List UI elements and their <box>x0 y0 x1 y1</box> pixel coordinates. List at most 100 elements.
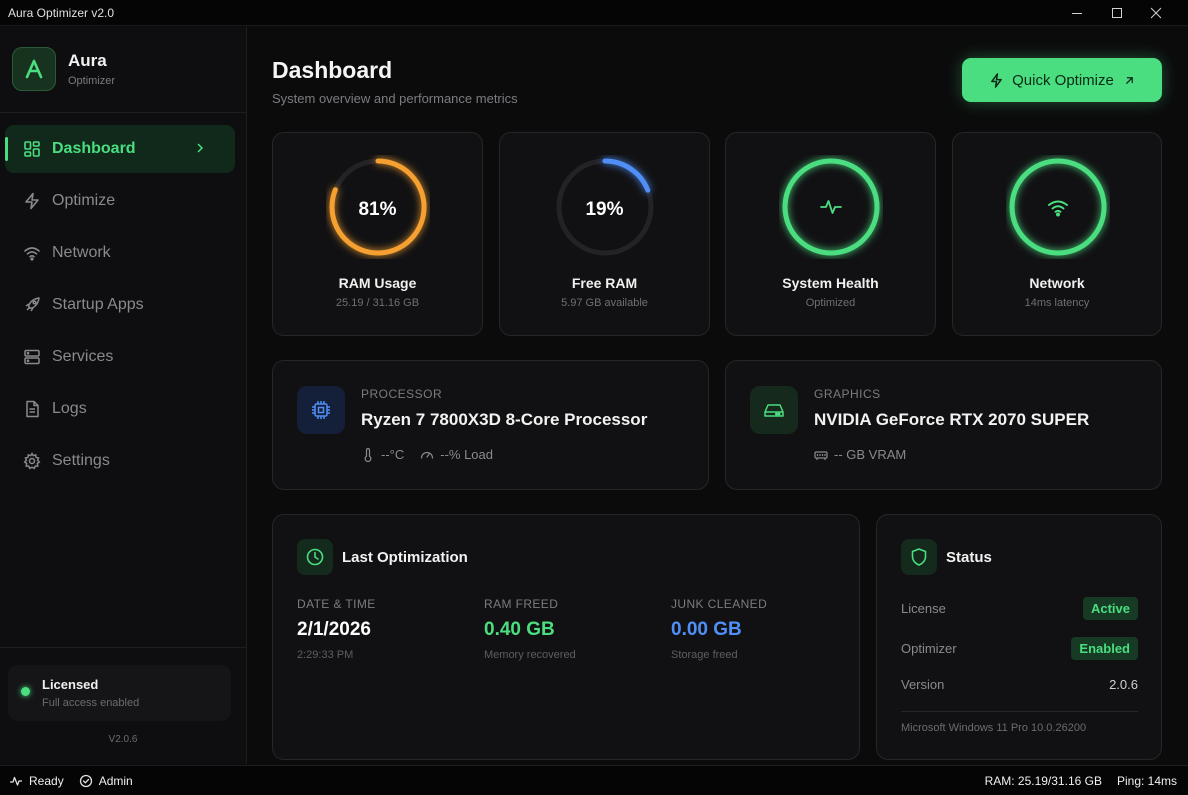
ram-freed-value: 0.40 GB <box>484 619 555 640</box>
ram-usage-label: RAM Usage <box>338 275 417 291</box>
network-label: Network <box>1029 275 1085 291</box>
license-title: Licensed <box>42 677 99 692</box>
license-label: License <box>901 601 946 616</box>
ready-indicator: Ready <box>9 774 64 788</box>
ram-freed-column: RAM FREED 0.40 GB Memory recovered <box>484 597 576 661</box>
ping-status: Ping: 14ms <box>1116 774 1177 788</box>
sidebar-divider <box>0 112 246 113</box>
wifi-icon <box>1048 200 1068 217</box>
system-health-card: System Health Optimized <box>725 132 936 336</box>
last-optimization-card: Last Optimization DATE & TIME 2/1/2026 2… <box>272 514 860 760</box>
graphics-stats: -- GB VRAM <box>814 447 906 462</box>
bolt-icon <box>25 192 39 210</box>
junk-cleaned-sub: Storage freed <box>671 649 738 661</box>
status-card: Status License Active Optimizer Enabled … <box>876 514 1162 760</box>
brand-subtitle: Optimizer <box>68 75 116 87</box>
optimization-date: 2/1/2026 <box>297 619 371 640</box>
graphics-vram: -- GB VRAM <box>834 447 907 462</box>
status-bar: Ready Admin RAM: 25.19/31.16 GB Ping: 14… <box>0 765 1188 795</box>
processor-name: Ryzen 7 7800X3D 8-Core Processor <box>361 410 648 429</box>
version-row: Version 2.0.6 <box>901 677 1138 692</box>
gauge-icon <box>421 451 434 459</box>
optimization-time: 2:29:33 PM <box>297 649 354 661</box>
ram-freed-sub: Memory recovered <box>484 649 576 661</box>
sidebar-item-settings[interactable]: Settings <box>5 437 235 485</box>
network-card: Network 14ms latency <box>952 132 1162 336</box>
rocket-icon <box>25 297 40 312</box>
server-icon <box>24 349 40 365</box>
thermometer-icon <box>364 447 372 462</box>
license-card: Licensed Full access enabled <box>8 665 231 721</box>
grid-icon <box>24 141 40 157</box>
status-metrics: RAM: 25.19/31.16 GB Ping: 14ms <box>985 774 1177 788</box>
brand: Aura Optimizer <box>12 47 115 91</box>
free-ram-value: 19% <box>585 199 624 220</box>
sidebar-item-label: Network <box>52 244 111 261</box>
shield-icon <box>901 539 937 575</box>
processor-temp: --°C <box>381 447 405 462</box>
junk-cleaned-label: JUNK CLEANED <box>671 597 768 611</box>
sidebar-item-label: Optimize <box>52 192 116 209</box>
system-health-label: System Health <box>782 275 879 291</box>
license-subtitle: Full access enabled <box>42 697 140 709</box>
ram-freed-label: RAM FREED <box>484 597 559 611</box>
clock-icon <box>297 539 333 575</box>
cpu-icon <box>297 386 345 434</box>
activity-icon <box>10 776 22 786</box>
gear-icon <box>23 452 41 470</box>
arrow-up-right-icon <box>1125 76 1133 84</box>
page-subtitle: System overview and performance metrics <box>272 91 518 106</box>
quick-optimize-button[interactable]: Quick Optimize <box>962 58 1162 102</box>
logo-icon <box>12 47 56 91</box>
status-dot <box>21 687 30 696</box>
sidebar-item-label: Logs <box>52 400 87 417</box>
close-button[interactable] <box>1136 0 1176 26</box>
minimize-button[interactable] <box>1057 0 1097 26</box>
processor-stats: --°C --% Load <box>361 447 493 462</box>
os-info: Microsoft Windows 11 Pro 10.0.26200 <box>901 722 1087 734</box>
optimizer-row: Optimizer Enabled <box>901 637 1138 660</box>
graphics-name: NVIDIA GeForce RTX 2070 SUPER <box>814 410 1090 429</box>
window-title: Aura Optimizer v2.0 <box>8 5 115 20</box>
maximize-button[interactable] <box>1097 0 1137 26</box>
sidebar-item-network[interactable]: Network <box>5 229 235 277</box>
free-ram-card: 19% Free RAM 5.97 GB available <box>499 132 710 336</box>
processor-category: PROCESSOR <box>361 387 443 401</box>
nav-menu: Dashboard Optimize Network Startup Apps … <box>5 125 235 489</box>
ram-status: RAM: 25.19/31.16 GB <box>984 774 1102 788</box>
sidebar-version: V2.0.6 <box>108 734 138 745</box>
bolt-icon <box>991 72 1003 88</box>
sidebar-item-services[interactable]: Services <box>5 333 235 381</box>
junk-cleaned-column: JUNK CLEANED 0.00 GB Storage freed <box>671 597 767 661</box>
wifi-icon <box>24 247 40 261</box>
gpu-icon <box>750 386 798 434</box>
processor-card: PROCESSOR Ryzen 7 7800X3D 8-Core Process… <box>272 360 709 490</box>
sidebar-item-logs[interactable]: Logs <box>5 385 235 433</box>
admin-indicator: Admin <box>79 774 133 788</box>
junk-cleaned-value: 0.00 GB <box>671 619 742 640</box>
optimizer-label: Optimizer <box>901 641 957 656</box>
ready-text: Ready <box>29 773 64 788</box>
optimization-date-column: DATE & TIME 2/1/2026 2:29:33 PM <box>297 597 376 661</box>
title-bar: Aura Optimizer v2.0 <box>0 0 1188 26</box>
last-optimization-title: Last Optimization <box>342 549 468 566</box>
system-health-detail: Optimized <box>805 297 856 309</box>
quick-optimize-label: Quick Optimize <box>1012 71 1114 89</box>
sidebar-item-dashboard[interactable]: Dashboard <box>5 125 235 173</box>
file-icon <box>26 400 39 418</box>
maximize-icon <box>1112 8 1122 18</box>
sidebar-item-label: Dashboard <box>52 140 136 157</box>
ram-usage-value: 81% <box>358 199 397 220</box>
sidebar-item-label: Startup Apps <box>52 296 144 313</box>
sidebar: Aura Optimizer Dashboard Optimize Networ… <box>0 27 247 764</box>
sidebar-item-startup-apps[interactable]: Startup Apps <box>5 281 235 329</box>
date-label: DATE & TIME <box>297 597 376 611</box>
brand-name: Aura <box>68 51 107 70</box>
sidebar-item-label: Services <box>52 348 114 365</box>
optimizer-badge: Enabled <box>1071 637 1138 660</box>
free-ram-detail: 5.97 GB available <box>561 297 648 309</box>
sidebar-item-label: Settings <box>52 452 110 469</box>
sidebar-item-optimize[interactable]: Optimize <box>5 177 235 225</box>
processor-load: --% Load <box>440 447 493 462</box>
close-icon <box>1150 7 1162 19</box>
